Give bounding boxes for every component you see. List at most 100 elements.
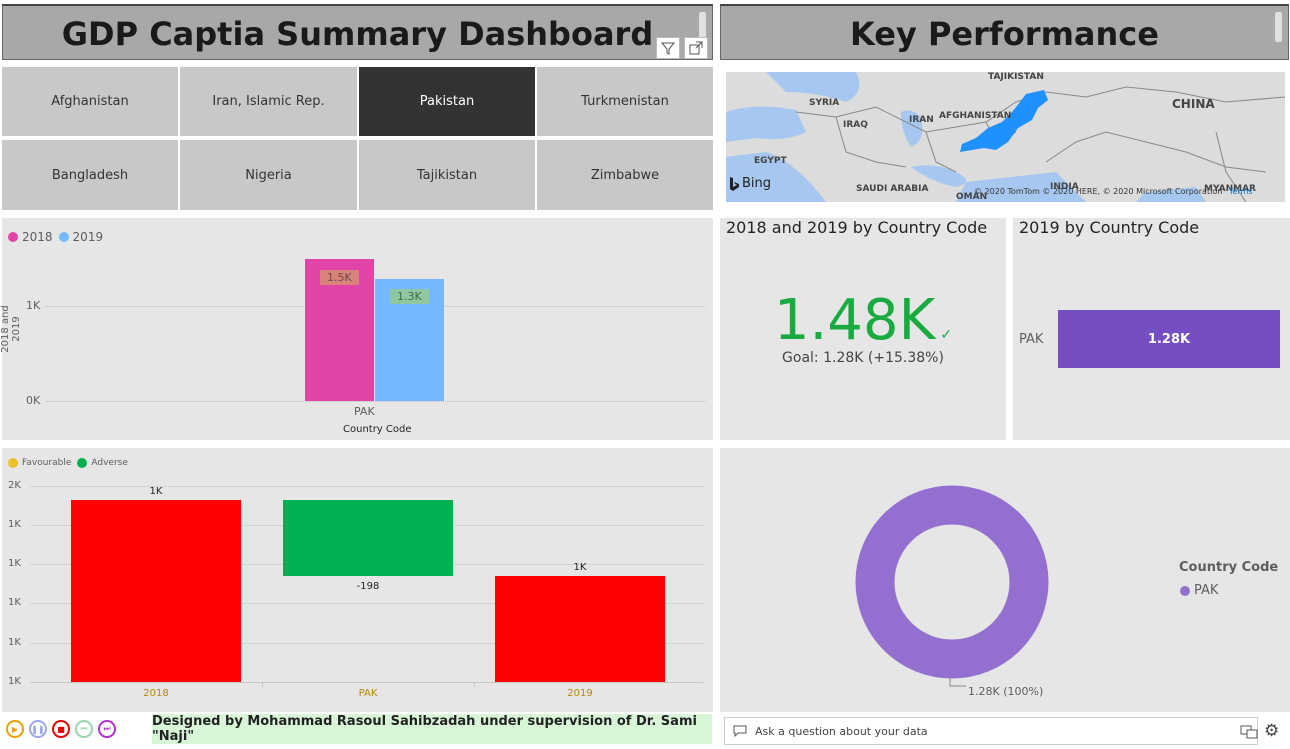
bing-icon xyxy=(730,176,739,191)
bar-2018-data-label: 1.5K xyxy=(320,270,359,285)
dashboard-title-bar: GDP Captia Summary Dashboard xyxy=(2,4,713,60)
credit-banner: Designed by Mohammad Rasoul Sahibzadah u… xyxy=(152,714,712,744)
country-slicer: Afghanistan Iran, Islamic Rep. Pakistan … xyxy=(2,66,713,212)
legend-2018-label[interactable]: 2018 xyxy=(22,230,53,244)
wf-axis-line xyxy=(30,682,703,683)
slicer-item-iran[interactable]: Iran, Islamic Rep. xyxy=(180,67,357,136)
wf-xtick-2018: 2018 xyxy=(143,688,169,699)
wf-axis-divider xyxy=(474,682,475,687)
waterfall-legend: Favourable Adverse xyxy=(8,458,128,468)
filter-icon[interactable] xyxy=(656,37,680,59)
waterfall-label-2019: 1K xyxy=(573,561,587,573)
legend-favourable-swatch xyxy=(8,458,18,468)
kpi-goal: Goal: 1.28K (+15.38%) xyxy=(782,350,944,366)
kpi-value: 1.48K xyxy=(773,288,936,353)
legend-2019-label[interactable]: 2019 xyxy=(73,230,104,244)
kpi-card-title: 2018 and 2019 by Country Code xyxy=(726,218,988,237)
x-axis-tick-pak: PAK xyxy=(354,405,375,418)
legend-2018-swatch xyxy=(8,232,18,242)
map-label-syria: SYRIA xyxy=(809,98,840,108)
qa-placeholder: Ask a question about your data xyxy=(755,724,928,738)
legend-2019-swatch xyxy=(58,232,69,242)
legend-pak-swatch xyxy=(1180,585,1190,596)
credit-text: Designed by Mohammad Rasoul Sahibzadah u… xyxy=(152,714,697,744)
bar-2019-pak-horizontal[interactable]: 1.28K xyxy=(1058,310,1280,368)
slicer-item-zimbabwe[interactable]: Zimbabwe xyxy=(537,140,713,210)
waterfall-label-pak: -198 xyxy=(356,580,380,592)
donut-legend-title: Country Code xyxy=(1179,560,1279,575)
play-axis-controls: ▶ ❚❚ ■ ⏮ ⏭ xyxy=(6,720,116,738)
slicer-item-nigeria[interactable]: Nigeria xyxy=(180,140,357,210)
dashboard-title: GDP Captia Summary Dashboard xyxy=(61,15,654,53)
donut-legend: PAK xyxy=(1180,583,1218,598)
waterfall-bar-2019[interactable] xyxy=(495,575,665,682)
waterfall-bar-pak[interactable] xyxy=(283,500,453,576)
map-attribution: © 2020 TomTom © 2020 HERE, © 2020 Micros… xyxy=(974,187,1252,196)
kpi-title-bar: Key Performance xyxy=(720,4,1289,60)
pause-icon[interactable]: ❚❚ xyxy=(29,720,47,738)
bar-chart-2019-title: 2019 by Country Code xyxy=(1019,218,1200,237)
map-label-china: CHINA xyxy=(1172,97,1215,111)
slicer-item-afghanistan[interactable]: Afghanistan xyxy=(2,67,178,136)
bar-chart-2019-category: PAK xyxy=(1019,332,1044,347)
y-axis-tick-0k: 0K xyxy=(26,394,41,407)
scrollbar[interactable] xyxy=(1275,12,1282,42)
wf-xtick-pak: PAK xyxy=(358,688,378,699)
focus-mode-icon[interactable] xyxy=(684,37,708,59)
legend-adverse-swatch xyxy=(77,458,88,468)
y-axis-tick-1k: 1K xyxy=(26,299,41,312)
waterfall-chart: Favourable Adverse 2K 1K 1K 1K 1K 1K 1K … xyxy=(2,448,713,712)
bing-logo: Bing xyxy=(729,176,771,191)
map-label-tajikistan: TAJIKISTAN xyxy=(988,72,1044,82)
kpi-check-icon: ✓ xyxy=(940,327,953,343)
stop-icon[interactable]: ■ xyxy=(52,720,70,738)
rewind-icon[interactable]: ⏮ xyxy=(75,720,93,738)
wf-ytick: 2K xyxy=(8,480,21,491)
gridline xyxy=(46,401,706,402)
map-label-saudi-arabia: SAUDI ARABIA xyxy=(856,184,929,194)
chat-icon xyxy=(733,725,747,737)
map-label-egypt: EGYPT xyxy=(754,156,787,166)
slicer-item-tajikistan[interactable]: Tajikistan xyxy=(359,140,535,210)
forward-icon[interactable]: ⏭ xyxy=(98,720,116,738)
qa-box[interactable]: Ask a question about your data xyxy=(724,717,1258,745)
kpi-value-row: 1.48K ✓ xyxy=(720,288,1006,353)
donut-leader-line xyxy=(949,676,966,687)
map-label-iran: IRAN xyxy=(909,115,934,125)
wf-ytick: 1K xyxy=(8,637,21,648)
bar-chart-2019: 2019 by Country Code PAK 1.28K xyxy=(1013,218,1290,440)
wf-ytick: 1K xyxy=(8,519,21,530)
y-axis-title: 2018 and 2019 xyxy=(0,305,22,353)
settings-gear-icon[interactable]: ⚙ xyxy=(1264,722,1282,740)
donut-svg xyxy=(855,485,1049,679)
waterfall-label-2018: 1K xyxy=(149,486,163,498)
legend-pak-label[interactable]: PAK xyxy=(1194,583,1218,598)
donut-slice-pak[interactable] xyxy=(855,485,1049,679)
donut-slice-label: 1.28K (100%) xyxy=(968,685,1044,698)
map-label-iraq: IRAQ xyxy=(843,120,868,130)
chart-legend: 2018 2019 xyxy=(8,230,103,244)
play-icon[interactable]: ▶ xyxy=(6,720,24,738)
wf-ytick: 1K xyxy=(8,558,21,569)
terms-link[interactable]: Terms xyxy=(1229,187,1253,196)
share-icon[interactable] xyxy=(1240,722,1258,740)
slicer-item-pakistan[interactable]: Pakistan xyxy=(359,67,535,136)
legend-favourable-label[interactable]: Favourable xyxy=(22,458,71,468)
legend-adverse-label[interactable]: Adverse xyxy=(91,458,128,468)
kpi-section-title: Key Performance xyxy=(850,15,1159,53)
slicer-item-bangladesh[interactable]: Bangladesh xyxy=(2,140,178,210)
bar-2019-data-label: 1.3K xyxy=(390,289,429,304)
visual-header-icons xyxy=(656,37,708,59)
map-canvas xyxy=(726,72,1285,202)
x-axis-title: Country Code xyxy=(343,424,412,435)
slicer-item-turkmenistan[interactable]: Turkmenistan xyxy=(537,67,713,136)
clustered-bar-chart: 2018 2019 2018 and 2019 1K 0K 1.5K 1.3K … xyxy=(0,218,713,440)
wf-xtick-2019: 2019 xyxy=(567,688,593,699)
wf-ytick: 1K xyxy=(8,676,21,687)
map-label-afghanistan: AFGHANISTAN xyxy=(939,111,1012,121)
map-visual[interactable]: TAJIKISTAN SYRIA IRAQ IRAN AFGHANISTAN C… xyxy=(726,72,1285,202)
kpi-card: 2018 and 2019 by Country Code 1.48K ✓ Go… xyxy=(720,218,1006,440)
waterfall-bar-2018[interactable] xyxy=(71,500,241,682)
attribution-text: © 2020 TomTom © 2020 HERE, © 2020 Micros… xyxy=(974,187,1223,196)
wf-axis-divider xyxy=(262,682,263,687)
